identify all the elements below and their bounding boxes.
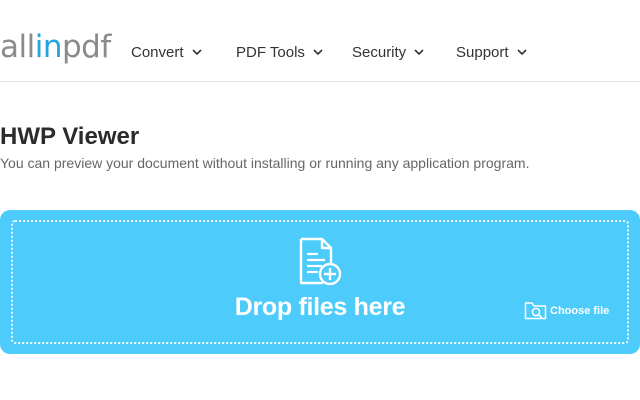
document-add-icon xyxy=(299,237,342,286)
nav-item-label: Convert xyxy=(131,44,184,61)
nav-item-security[interactable]: Security xyxy=(352,44,425,62)
page-title: HWP Viewer xyxy=(0,123,140,150)
nav-item-label: Support xyxy=(456,44,509,61)
page-subtitle: You can preview your document without in… xyxy=(0,155,530,171)
chevron-down-icon xyxy=(192,49,202,56)
nav-item-support[interactable]: Support xyxy=(456,44,528,62)
chevron-down-icon xyxy=(313,49,323,56)
folder-search-icon xyxy=(524,302,547,320)
chevron-down-icon xyxy=(517,49,527,56)
site-header: allinpdf Convert PDF Tools Security Supp… xyxy=(0,0,640,82)
nav-item-label: Security xyxy=(352,44,407,61)
choose-file-label: Choose file xyxy=(550,305,610,317)
nav-item-convert[interactable]: Convert xyxy=(131,44,203,62)
nav-item-label: PDF Tools xyxy=(236,44,305,61)
chevron-down-icon xyxy=(414,49,424,56)
nav-item-pdf-tools[interactable]: PDF Tools xyxy=(236,44,324,62)
main-nav: Convert PDF Tools Security Support xyxy=(0,44,640,64)
